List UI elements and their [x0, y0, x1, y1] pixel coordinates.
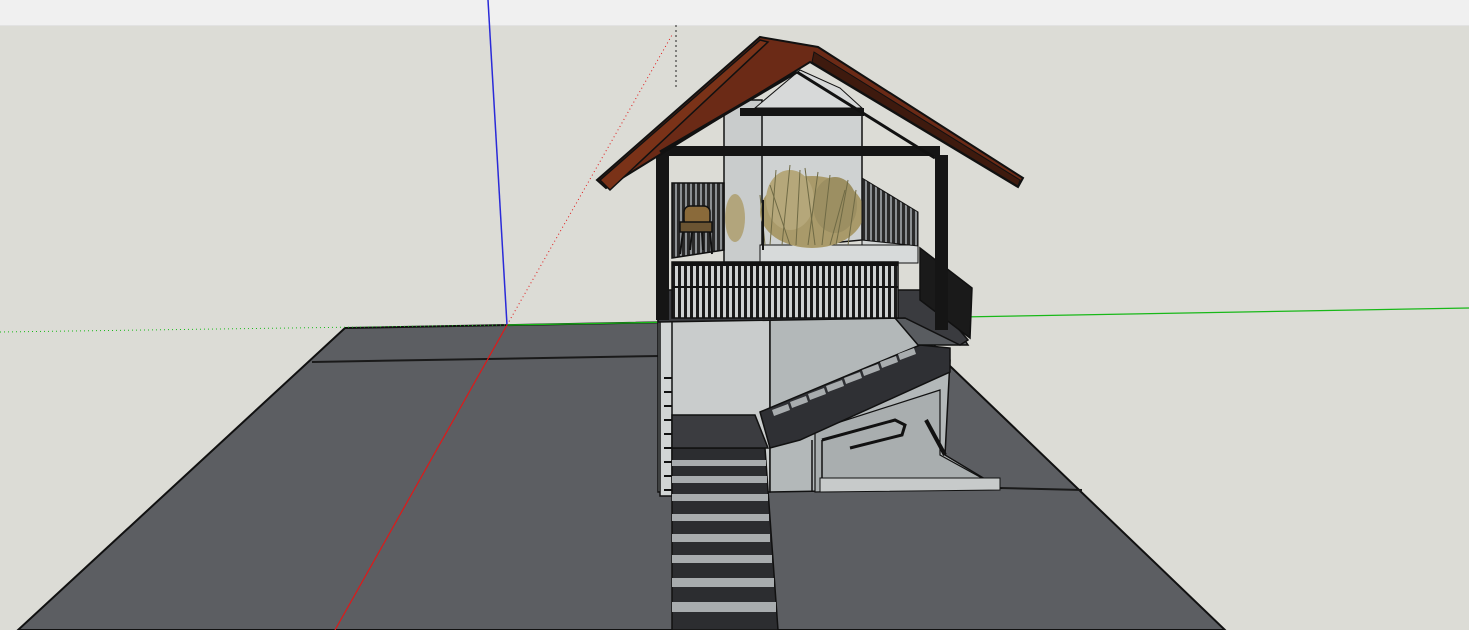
blue-axis [487, 0, 508, 326]
front-staircase[interactable] [671, 414, 779, 630]
scene-canvas[interactable] [0, 0, 1469, 630]
ground-plane[interactable] [16, 316, 1227, 630]
red-axis-dotted [506, 34, 673, 326]
green-axis [506, 307, 1469, 326]
front-railing[interactable] [671, 261, 899, 319]
modeling-viewport[interactable] [0, 0, 1469, 630]
